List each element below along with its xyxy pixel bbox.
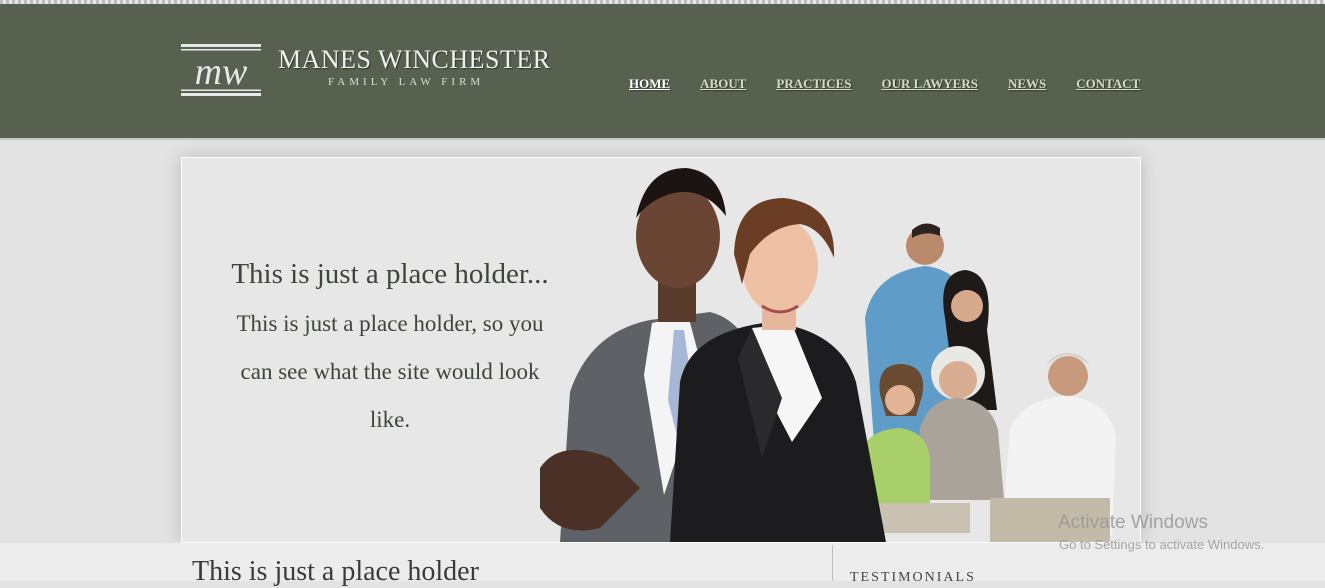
activate-windows-title: Activate Windows — [1058, 512, 1208, 533]
logo-lettering: mw — [195, 51, 248, 93]
hero-banner: This is just a place holder... This is j… — [181, 157, 1141, 543]
main-nav: HOME ABOUT PRACTICES OUR LAWYERS NEWS CO… — [629, 76, 1140, 92]
hero-body: This is just a place holder, so you can … — [236, 311, 544, 432]
nav-our-lawyers[interactable]: OUR LAWYERS — [882, 76, 978, 92]
people-photo-icon — [540, 168, 1116, 542]
testimonials-heading: TESTIMONIALS — [850, 570, 976, 585]
nav-about[interactable]: ABOUT — [700, 76, 746, 92]
logo-icon[interactable]: mw — [181, 44, 261, 96]
nav-news[interactable]: NEWS — [1008, 76, 1046, 92]
brand-subtitle: FAMILY LAW FIRM — [328, 76, 485, 88]
activate-windows-subtitle: Go to Settings to activate Windows. — [1059, 537, 1265, 552]
nav-home[interactable]: HOME — [629, 76, 670, 92]
nav-practices[interactable]: PRACTICES — [776, 76, 851, 92]
hero-text: This is just a place holder... This is j… — [230, 250, 550, 444]
hero-heading: This is just a place holder... — [231, 258, 549, 290]
nav-contact[interactable]: CONTACT — [1076, 76, 1140, 92]
content-heading: This is just a place holder — [192, 556, 479, 587]
column-divider — [832, 545, 833, 581]
brand-title[interactable]: MANES WINCHESTER — [278, 45, 551, 75]
